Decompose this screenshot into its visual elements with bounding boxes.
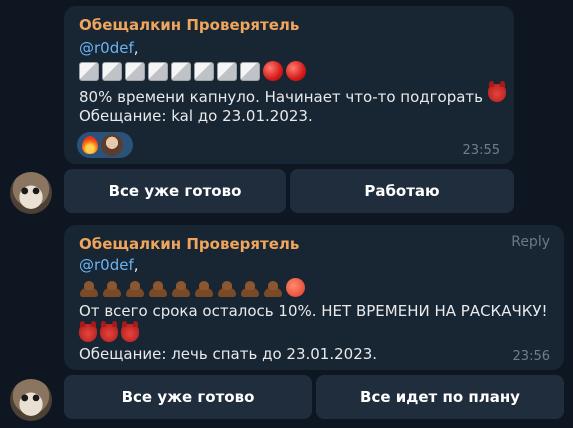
cube-icon [171,61,191,81]
ogre-icon [487,81,506,102]
devil-emojis [79,321,139,342]
bot-avatar[interactable] [10,172,52,214]
poo-icon [263,279,283,297]
poo-icon [171,279,191,297]
ogre-icon [100,321,118,342]
cube-icon [240,61,260,81]
fire-icon[interactable] [82,136,98,154]
mention-link[interactable]: @r0def [79,256,134,274]
poo-icon [148,279,168,297]
cube-icon [79,61,99,81]
all-ready-button[interactable]: Все уже готово [64,169,286,213]
poo-icon [240,279,260,297]
message-bubble-1: Обещалкин Проверятель @r0def, 80% времен… [64,6,514,164]
promise-text: Обещание: kal до 23.01.2023. [79,107,313,125]
sender-name[interactable]: Обещалкин Проверятель [79,233,299,255]
hot-face-icon [286,278,305,297]
mention-line: @r0def, [79,39,139,57]
red-circle-icon [263,61,283,81]
poo-icon [102,279,122,297]
ogre-icon [79,321,97,342]
on-plan-button[interactable]: Все идет по плану [316,375,564,419]
ogre-icon [121,321,139,342]
cube-icon [125,61,145,81]
bot-avatar[interactable] [10,379,52,421]
progress-emojis [79,61,306,81]
progress-emojis [79,278,305,297]
message-bubble-2: Обещалкин Проверятель Reply @r0def, От в… [64,225,564,370]
working-button[interactable]: Работаю [290,169,514,213]
poo-icon [194,279,214,297]
cube-icon [102,61,122,81]
reply-button[interactable]: Reply [511,234,550,250]
poo-icon [125,279,145,297]
cube-icon [148,61,168,81]
sender-name[interactable]: Обещалкин Проверятель [79,14,299,36]
red-circle-icon [286,61,306,81]
message-text: 80% времени капнуло. Начинает что-то под… [79,81,506,108]
poo-icon [217,279,237,297]
cube-icon [217,61,237,81]
promise-text: Обещание: лечь спать до 23.01.2023. [79,345,378,363]
mention-line: @r0def, [79,256,139,274]
cube-icon [194,61,214,81]
mention-link[interactable]: @r0def [79,39,134,57]
message-time: 23:55 [462,143,500,158]
reactions-bar[interactable] [77,132,133,158]
message-time: 23:56 [512,349,550,364]
message-text: От всего срока осталось 10%. НЕТ ВРЕМЕНИ… [79,302,548,320]
poo-icon [79,279,99,297]
reactor-avatar[interactable] [101,134,123,156]
all-ready-button[interactable]: Все уже готово [64,375,312,419]
